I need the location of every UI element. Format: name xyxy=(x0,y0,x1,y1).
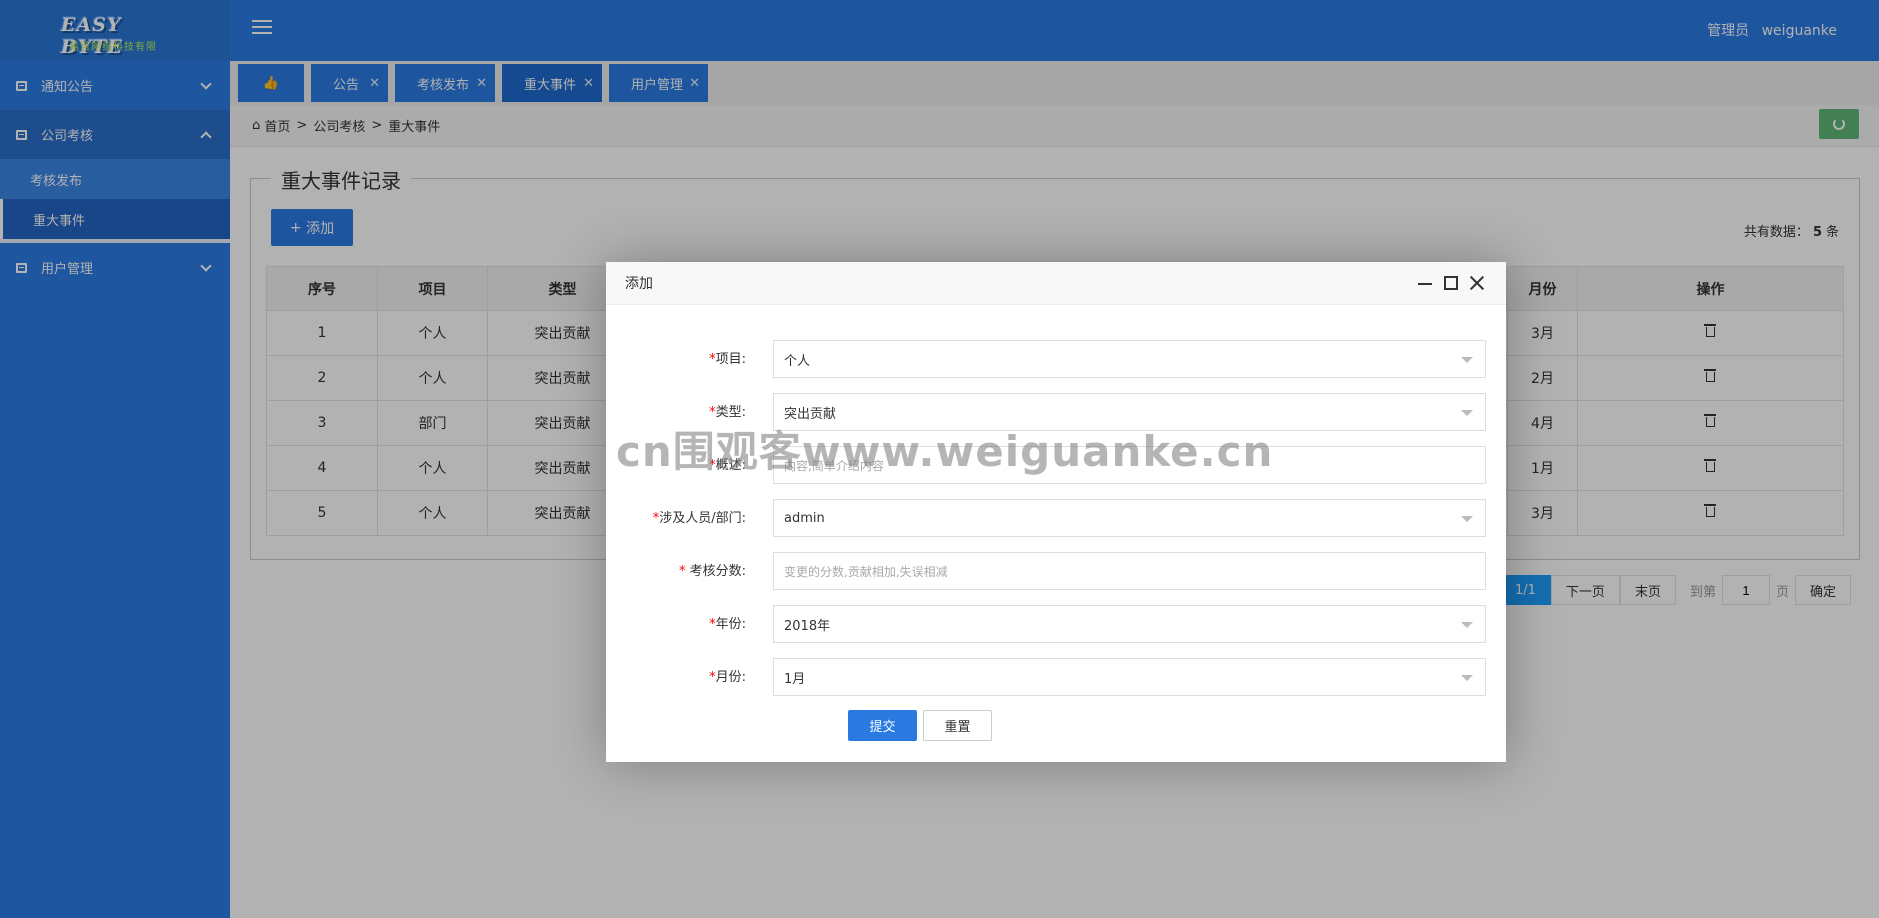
field-label: *涉及人员/部门: xyxy=(652,511,746,526)
month-select[interactable]: 1月 xyxy=(773,658,1486,696)
project-select[interactable]: 个人 xyxy=(773,340,1486,378)
field-label: *项目: xyxy=(709,352,746,367)
dropdown-arrow-icon xyxy=(1461,410,1473,416)
score-input[interactable]: 变更的分数,贡献相加,失误相减 xyxy=(773,552,1486,590)
dialog-controls xyxy=(1418,276,1484,290)
field-label: * 考核分数: xyxy=(678,564,746,579)
reset-button[interactable]: 重置 xyxy=(923,710,992,741)
people-select[interactable]: admin xyxy=(773,499,1486,537)
close-icon[interactable] xyxy=(1470,276,1484,290)
submit-button[interactable]: 提交 xyxy=(848,710,917,741)
form-row-year: *年份: 2018年 xyxy=(606,605,1506,643)
form-row-score: * 考核分数: 变更的分数,贡献相加,失误相减 xyxy=(606,552,1506,590)
field-label: *类型: xyxy=(709,405,746,420)
form-row-people: *涉及人员/部门: admin xyxy=(606,499,1506,537)
form-row-project: *项目: 个人 xyxy=(606,340,1506,378)
dropdown-arrow-icon xyxy=(1461,675,1473,681)
field-label: *月份: xyxy=(709,670,746,685)
description-input[interactable]: 内容,简单介绍内容 xyxy=(773,446,1486,484)
field-label: *概述: xyxy=(709,458,746,473)
form-row-description: *概述: 内容,简单介绍内容 xyxy=(606,446,1506,484)
dialog-header[interactable]: 添加 xyxy=(606,262,1506,305)
maximize-icon[interactable] xyxy=(1444,276,1458,290)
minimize-icon[interactable] xyxy=(1418,283,1432,285)
type-select[interactable]: 突出贡献 xyxy=(773,393,1486,431)
dropdown-arrow-icon xyxy=(1461,516,1473,522)
dialog-title: 添加 xyxy=(625,276,653,292)
form-row-month: *月份: 1月 xyxy=(606,658,1506,696)
year-select[interactable]: 2018年 xyxy=(773,605,1486,643)
add-dialog: 添加 *项目: 个人 *类型: 突出贡献 *概述: 内容,简单介绍内容 *涉及人… xyxy=(606,262,1506,762)
field-label: *年份: xyxy=(709,617,746,632)
dropdown-arrow-icon xyxy=(1461,622,1473,628)
form-row-type: *类型: 突出贡献 xyxy=(606,393,1506,431)
dropdown-arrow-icon xyxy=(1461,357,1473,363)
